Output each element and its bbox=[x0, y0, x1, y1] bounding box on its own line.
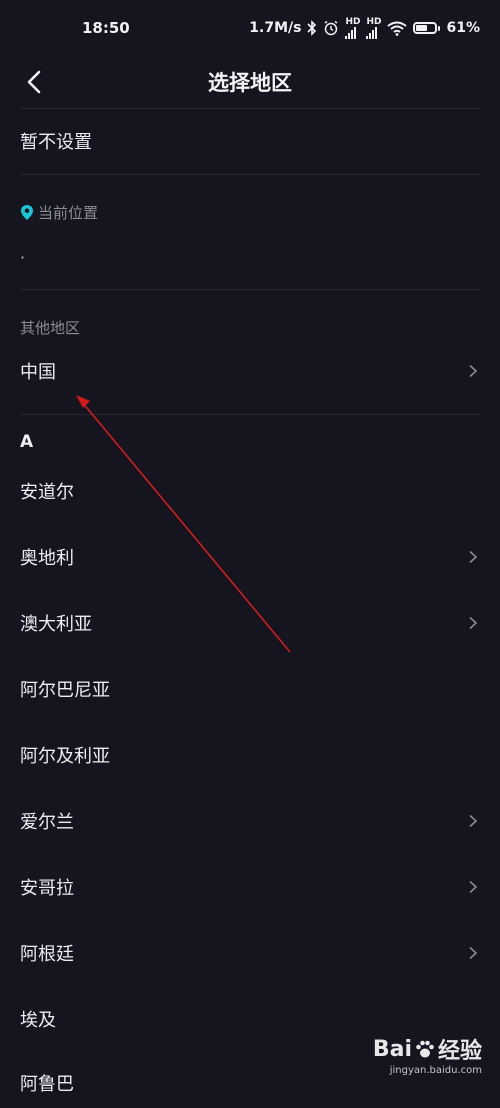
alarm-icon bbox=[325, 20, 338, 36]
wifi-icon bbox=[387, 21, 408, 36]
signal-2-icon: HD bbox=[366, 16, 382, 39]
region-label: 爱尔兰 bbox=[20, 812, 74, 833]
paw-icon bbox=[416, 1040, 434, 1058]
nav-bar: 选择地区 bbox=[0, 56, 500, 108]
current-location-header: 当前位置 bbox=[20, 202, 98, 223]
region-item[interactable]: 爱尔兰 bbox=[0, 796, 500, 846]
region-label: 奥地利 bbox=[20, 548, 74, 569]
other-regions-header: 其他地区 bbox=[20, 317, 80, 338]
current-location-value: · bbox=[20, 247, 26, 267]
region-item[interactable]: 奥地利 bbox=[0, 532, 500, 582]
region-label: 埃及 bbox=[20, 1010, 56, 1031]
region-label: 安道尔 bbox=[20, 482, 74, 503]
region-label: 澳大利亚 bbox=[20, 614, 92, 635]
region-label: 阿根廷 bbox=[20, 944, 74, 965]
watermark-url: jingyan.baidu.com bbox=[389, 1065, 482, 1076]
region-item[interactable]: 澳大利亚 bbox=[0, 598, 500, 648]
status-time: 18:50 bbox=[82, 19, 130, 37]
region-item-china[interactable]: 中国 bbox=[0, 346, 500, 396]
chevron-right-icon bbox=[469, 550, 478, 564]
hd-label: HD bbox=[366, 16, 382, 27]
region-label: 中国 bbox=[20, 362, 56, 383]
chevron-right-icon bbox=[469, 364, 478, 378]
bluetooth-icon bbox=[307, 20, 317, 36]
chevron-right-icon bbox=[469, 814, 478, 828]
battery-percent: 61% bbox=[446, 20, 480, 36]
network-speed: 1.7M/s bbox=[249, 20, 302, 36]
chevron-right-icon bbox=[469, 880, 478, 894]
chevron-right-icon bbox=[469, 946, 478, 960]
back-arrow-icon bbox=[27, 70, 41, 94]
divider bbox=[20, 414, 480, 415]
region-item[interactable]: 阿尔巴尼亚 bbox=[0, 664, 500, 714]
region-item[interactable]: 安道尔 bbox=[0, 466, 500, 516]
other-regions-label: 其他地区 bbox=[20, 319, 81, 337]
region-label: 阿尔及利亚 bbox=[20, 746, 110, 767]
status-bar: 18:50 1.7M/s HD HD 61% bbox=[0, 0, 500, 56]
not-set-option[interactable]: 暂不设置 bbox=[0, 116, 500, 166]
watermark-brand: Bai bbox=[372, 1036, 412, 1062]
status-icons: 1.7M/s HD HD 61% bbox=[249, 16, 480, 39]
current-location-label: 当前位置 bbox=[38, 204, 99, 222]
not-set-label: 暂不设置 bbox=[20, 132, 92, 153]
back-button[interactable] bbox=[14, 62, 54, 102]
watermark-brand-tail: 经验 bbox=[437, 1039, 482, 1064]
section-letter-a: A bbox=[20, 432, 34, 452]
region-item[interactable]: 阿根廷 bbox=[0, 928, 500, 978]
chevron-right-icon bbox=[469, 616, 478, 630]
location-pin-icon bbox=[21, 205, 33, 220]
signal-1-icon: HD bbox=[345, 16, 361, 39]
region-label: 安哥拉 bbox=[20, 878, 74, 899]
baidu-watermark: Bai 经验 jingyan.baidu.com bbox=[372, 1033, 482, 1077]
battery-icon bbox=[413, 22, 441, 34]
region-item[interactable]: 阿尔及利亚 bbox=[0, 730, 500, 780]
current-location-option[interactable]: · bbox=[0, 232, 500, 282]
divider bbox=[20, 174, 480, 175]
divider bbox=[20, 289, 480, 290]
divider bbox=[20, 108, 480, 109]
hd-label: HD bbox=[345, 16, 361, 27]
region-item[interactable]: 安哥拉 bbox=[0, 862, 500, 912]
page-title: 选择地区 bbox=[208, 71, 292, 95]
region-label: 阿尔巴尼亚 bbox=[20, 680, 110, 701]
